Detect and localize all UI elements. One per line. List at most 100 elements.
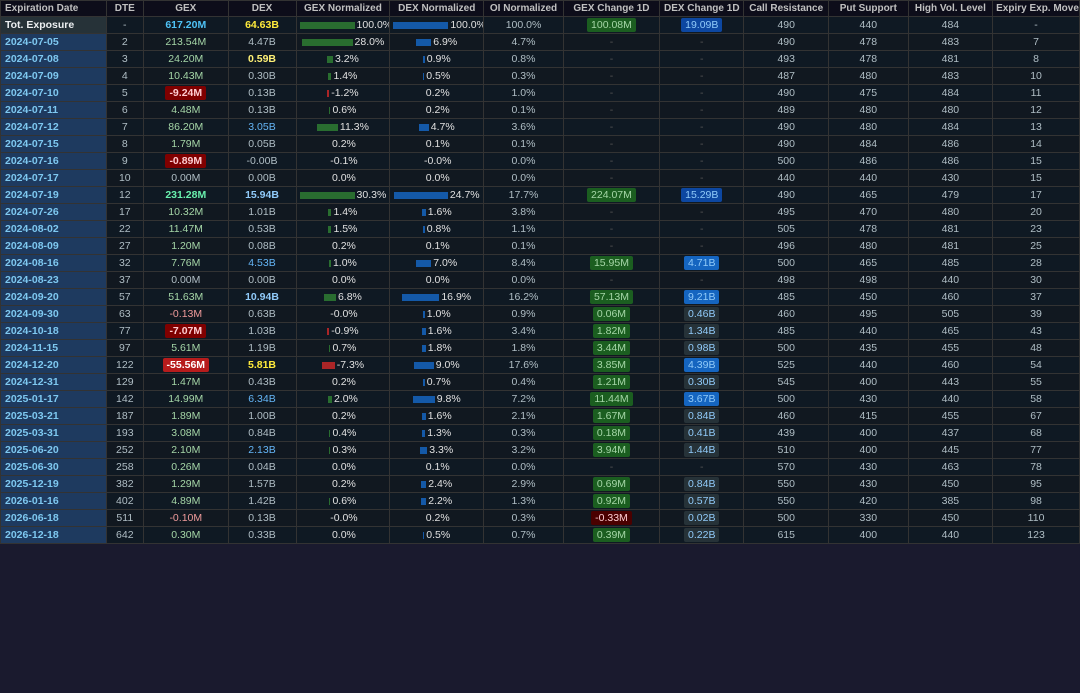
expiry-move-cell: 98 <box>993 493 1080 510</box>
oi-norm-cell: 0.8% <box>484 51 564 68</box>
dte-cell: 10 <box>106 170 144 187</box>
dte-cell: 142 <box>106 391 144 408</box>
expiration-date-cell: 2026-01-16 <box>1 493 107 510</box>
dex-cell: 2.13B <box>228 442 296 459</box>
high-vol-cell: 440 <box>908 391 992 408</box>
oi-norm-cell: 17.7% <box>484 187 564 204</box>
call-resistance-cell: 570 <box>744 459 828 476</box>
table-row: 2024-10-1877-7.07M1.03B-0.9%1.6%3.4%1.82… <box>1 323 1080 340</box>
expiration-date-cell: 2024-07-09 <box>1 68 107 85</box>
put-support-cell: 478 <box>828 51 908 68</box>
dex-cell: 3.05B <box>228 119 296 136</box>
gex-change-cell: 1.82M <box>563 323 659 340</box>
dex-change-cell: - <box>660 170 744 187</box>
gex-cell: 0.30M <box>144 527 228 544</box>
dex-norm-cell: 4.7% <box>390 119 484 136</box>
gex-change-cell: 15.95M <box>563 255 659 272</box>
expiration-date-cell: 2024-07-12 <box>1 119 107 136</box>
dte-cell: 32 <box>106 255 144 272</box>
dex-change-cell: 0.02B <box>660 510 744 527</box>
gex-cell: 11.47M <box>144 221 228 238</box>
dex-norm-cell: 0.2% <box>390 85 484 102</box>
gex-norm-cell: 0.0% <box>296 527 390 544</box>
dex-cell: 1.01B <box>228 204 296 221</box>
dex-cell: 6.34B <box>228 391 296 408</box>
dex-norm-cell: 0.2% <box>390 102 484 119</box>
gex-cell: 0.26M <box>144 459 228 476</box>
put-support-cell: 400 <box>828 374 908 391</box>
call-resistance-cell: 490 <box>744 34 828 51</box>
table-row: 2024-11-15975.61M1.19B0.7%1.8%1.8%3.44M0… <box>1 340 1080 357</box>
call-resistance-cell: 495 <box>744 204 828 221</box>
expiry-move-cell: 78 <box>993 459 1080 476</box>
put-support-cell: 435 <box>828 340 908 357</box>
dex-cell: 15.94B <box>228 187 296 204</box>
table-row: 2024-12-20122-55.56M5.81B-7.3%9.0%17.6%3… <box>1 357 1080 374</box>
dte-cell: 8 <box>106 136 144 153</box>
col-header-dte: DTE <box>106 1 144 17</box>
expiry-move-cell: 14 <box>993 136 1080 153</box>
dex-norm-cell: 24.7% <box>390 187 484 204</box>
gex-change-cell: - <box>563 153 659 170</box>
gex-change-cell: - <box>563 459 659 476</box>
col-header-gex-norm: GEX Normalized <box>296 1 390 17</box>
gex-norm-cell: 1.4% <box>296 68 390 85</box>
expiration-date-cell: 2024-07-11 <box>1 102 107 119</box>
gex-change-cell: 3.94M <box>563 442 659 459</box>
expiration-date-cell: 2024-08-09 <box>1 238 107 255</box>
table-row: 2024-07-08324.20M0.59B3.2%0.9%0.8%--4934… <box>1 51 1080 68</box>
table-row: 2026-12-186420.30M0.33B0.0%0.5%0.7%0.39M… <box>1 527 1080 544</box>
call-resistance-cell: 490 <box>744 119 828 136</box>
table-row: 2024-08-09271.20M0.08B0.2%0.1%0.1%--4964… <box>1 238 1080 255</box>
table-row: 2024-08-022211.47M0.53B1.5%0.8%1.1%--505… <box>1 221 1080 238</box>
gex-cell: 1.89M <box>144 408 228 425</box>
col-header-gex-chg: GEX Change 1D <box>563 1 659 17</box>
dex-norm-cell: 6.9% <box>390 34 484 51</box>
dte-cell: 2 <box>106 34 144 51</box>
high-vol-cell: 430 <box>908 170 992 187</box>
put-support-cell: 430 <box>828 459 908 476</box>
put-support-cell: 480 <box>828 238 908 255</box>
oi-norm-cell: 2.9% <box>484 476 564 493</box>
expiry-move-cell: 15 <box>993 153 1080 170</box>
expiry-move-cell: 13 <box>993 119 1080 136</box>
gex-change-cell: 3.85M <box>563 357 659 374</box>
gex-change-cell: 224.07M <box>563 187 659 204</box>
call-resistance-cell: 615 <box>744 527 828 544</box>
gex-change-cell: 0.39M <box>563 527 659 544</box>
high-vol-cell: 481 <box>908 221 992 238</box>
call-resistance-cell: 440 <box>744 170 828 187</box>
high-vol-cell: 480 <box>908 102 992 119</box>
dte-cell: 642 <box>106 527 144 544</box>
expiration-date-cell: 2024-11-15 <box>1 340 107 357</box>
expiry-move-cell: 28 <box>993 255 1080 272</box>
dex-norm-cell: 0.1% <box>390 238 484 255</box>
gex-cell: -9.24M <box>144 85 228 102</box>
put-support-cell: 330 <box>828 510 908 527</box>
dex-cell: 64.63B <box>228 17 296 34</box>
expiration-date-cell: 2024-09-20 <box>1 289 107 306</box>
oi-norm-cell: 3.8% <box>484 204 564 221</box>
dex-change-cell: 0.84B <box>660 408 744 425</box>
expiry-move-cell: 95 <box>993 476 1080 493</box>
dex-change-cell: 4.71B <box>660 255 744 272</box>
gex-change-cell: - <box>563 68 659 85</box>
oi-norm-cell: 7.2% <box>484 391 564 408</box>
expiry-move-cell: 15 <box>993 170 1080 187</box>
expiration-date-cell: 2024-10-18 <box>1 323 107 340</box>
expiration-date-cell: 2024-08-02 <box>1 221 107 238</box>
oi-norm-cell: 1.8% <box>484 340 564 357</box>
table-row: 2025-06-202522.10M2.13B0.3%3.3%3.2%3.94M… <box>1 442 1080 459</box>
dex-cell: 10.94B <box>228 289 296 306</box>
gex-norm-cell: -0.1% <box>296 153 390 170</box>
oi-norm-cell: 0.3% <box>484 68 564 85</box>
dex-cell: 0.05B <box>228 136 296 153</box>
dte-cell: 12 <box>106 187 144 204</box>
high-vol-cell: 505 <box>908 306 992 323</box>
dex-norm-cell: 1.8% <box>390 340 484 357</box>
call-resistance-cell: 500 <box>744 340 828 357</box>
dex-change-cell: - <box>660 204 744 221</box>
expiration-date-cell: 2025-03-31 <box>1 425 107 442</box>
dte-cell: 57 <box>106 289 144 306</box>
gex-norm-cell: 0.0% <box>296 170 390 187</box>
